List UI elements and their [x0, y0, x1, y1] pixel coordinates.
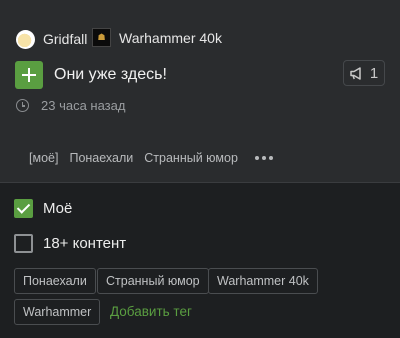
post-tag[interactable]: Странный юмор: [144, 151, 238, 165]
tag-chip[interactable]: Странный юмор: [97, 268, 209, 294]
divider: [0, 182, 400, 183]
community-icon[interactable]: ☗: [92, 28, 111, 47]
post-tag[interactable]: [моё]: [29, 151, 58, 165]
comments-count: 1: [369, 64, 379, 82]
mine-checkbox-row[interactable]: Моё: [14, 199, 72, 218]
post-tags: [моё] Понаехали Странный юмор: [29, 151, 273, 165]
author-name[interactable]: Gridfall: [43, 31, 87, 47]
add-tag-link[interactable]: Добавить тег: [110, 304, 192, 319]
post-card: Gridfall ☗ Warhammer 40k Они уже здесь! …: [0, 0, 400, 182]
mine-checkbox[interactable]: [14, 199, 33, 218]
rate-plus-button[interactable]: [15, 61, 43, 89]
author[interactable]: Gridfall: [16, 29, 87, 49]
post-tag[interactable]: Понаехали: [69, 151, 133, 165]
community[interactable]: ☗ Warhammer 40k: [92, 28, 222, 47]
clock-icon: [16, 99, 29, 112]
adult-checkbox[interactable]: [14, 234, 33, 253]
time-text: 23 часа назад: [41, 98, 126, 113]
post-time: 23 часа назад: [16, 98, 125, 113]
more-dots-icon[interactable]: [254, 156, 273, 160]
mine-label[interactable]: Моё: [43, 200, 72, 217]
tag-chip[interactable]: Warhammer 40k: [208, 268, 318, 294]
avatar[interactable]: [16, 29, 35, 49]
adult-label[interactable]: 18+ контент: [43, 235, 126, 252]
adult-checkbox-row[interactable]: 18+ контент: [14, 234, 126, 253]
megaphone-icon: [350, 66, 361, 80]
community-name[interactable]: Warhammer 40k: [119, 30, 222, 46]
tag-chip[interactable]: Понаехали: [14, 268, 96, 294]
post-title[interactable]: Они уже здесь!: [54, 66, 167, 84]
comments-button[interactable]: 1: [343, 60, 385, 86]
tag-chip[interactable]: Warhammer: [14, 299, 101, 325]
